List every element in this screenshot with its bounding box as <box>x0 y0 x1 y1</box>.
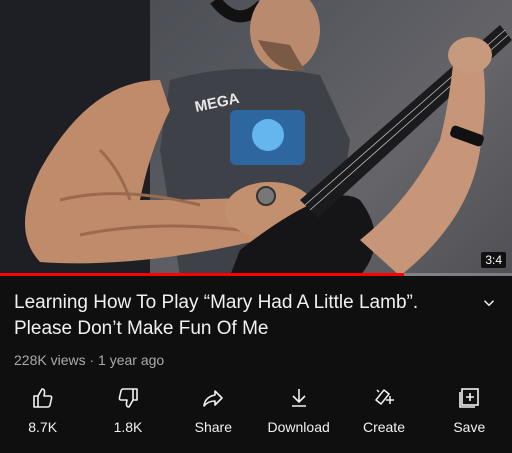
thumbs-down-icon <box>118 388 138 408</box>
share-button[interactable]: Share <box>173 386 253 435</box>
video-title[interactable]: Learning How To Play “Mary Had A Little … <box>14 290 464 342</box>
video-thumbnail: MEGA <box>0 0 512 276</box>
chevron-down-icon[interactable] <box>480 294 498 312</box>
video-player[interactable]: MEGA 3:4 <box>0 0 512 276</box>
action-bar: 8.7K 1.8K Share Download Create Save <box>0 386 512 435</box>
thumbs-up-icon <box>32 388 53 408</box>
share-label: Share <box>194 419 232 435</box>
save-playlist-icon <box>459 388 480 408</box>
video-meta[interactable]: 228K views · 1 year ago <box>14 352 496 368</box>
create-icon <box>375 389 394 405</box>
dislike-count: 1.8K <box>113 419 143 435</box>
save-label: Save <box>453 419 486 435</box>
like-count: 8.7K <box>28 419 58 435</box>
dislike-button[interactable]: 1.8K <box>88 386 168 435</box>
download-button[interactable]: Download <box>259 386 339 435</box>
create-button[interactable]: Create <box>344 386 424 435</box>
create-label: Create <box>362 419 405 435</box>
download-label: Download <box>267 419 330 435</box>
video-duration: 3:4 <box>481 252 506 268</box>
download-icon <box>291 389 306 407</box>
save-button[interactable]: Save <box>429 386 509 435</box>
like-button[interactable]: 8.7K <box>3 386 83 435</box>
share-icon <box>203 390 224 407</box>
video-info: Learning How To Play “Mary Had A Little … <box>0 276 512 368</box>
